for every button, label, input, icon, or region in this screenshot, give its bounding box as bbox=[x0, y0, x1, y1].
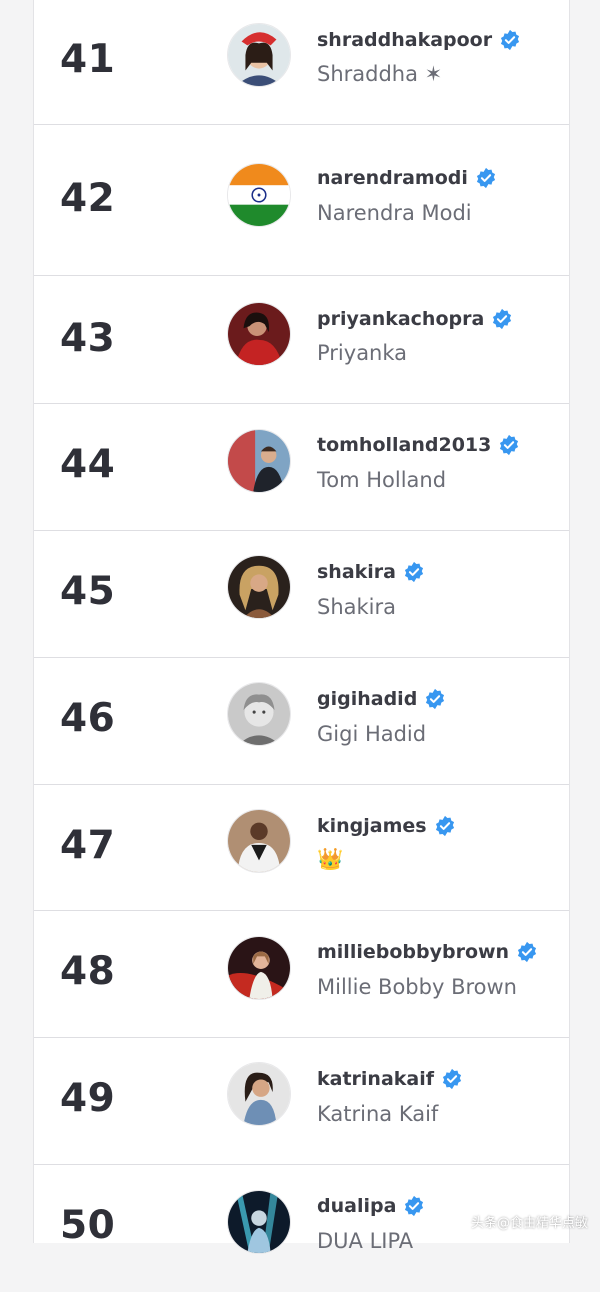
display-name: Millie Bobby Brown bbox=[317, 975, 517, 999]
list-item[interactable]: 42 narendramodi Narendra Modi bbox=[34, 125, 569, 276]
watermark: 头条@食由精华点敏 bbox=[451, 1212, 588, 1231]
display-name: Katrina Kaif bbox=[317, 1102, 439, 1126]
verified-badge-icon bbox=[498, 434, 520, 456]
verified-badge-icon bbox=[441, 1068, 463, 1090]
username[interactable]: tomholland2013 bbox=[317, 434, 491, 456]
list-item[interactable]: 43 priyankachopra Priyanka bbox=[34, 276, 569, 404]
verified-badge-icon bbox=[403, 561, 425, 583]
rank-number: 45 bbox=[60, 569, 116, 614]
avatar[interactable] bbox=[227, 1190, 291, 1254]
avatar[interactable] bbox=[227, 936, 291, 1000]
username[interactable]: shakira bbox=[317, 561, 396, 583]
rank-number: 50 bbox=[60, 1203, 116, 1248]
display-name: Gigi Hadid bbox=[317, 722, 427, 746]
verified-badge-icon bbox=[424, 688, 446, 710]
rank-number: 47 bbox=[60, 823, 116, 868]
rank-number: 46 bbox=[60, 696, 116, 741]
verified-badge-icon bbox=[475, 167, 497, 189]
list-item[interactable]: 44 tomholland2013 Tom Holland bbox=[34, 404, 569, 531]
rank-number: 42 bbox=[60, 176, 116, 221]
verified-badge-icon bbox=[434, 815, 456, 837]
rank-number: 43 bbox=[60, 316, 116, 361]
rank-number: 41 bbox=[60, 37, 116, 82]
username[interactable]: katrinakaif bbox=[317, 1068, 434, 1090]
username[interactable]: priyankachopra bbox=[317, 308, 484, 330]
verified-badge-icon bbox=[516, 941, 538, 963]
watermark-text: 头条@食由精华点敏 bbox=[470, 1216, 588, 1231]
username[interactable]: milliebobbybrown bbox=[317, 941, 509, 963]
username[interactable]: shraddhakapoor bbox=[317, 29, 492, 51]
watermark-logo-icon bbox=[451, 1215, 467, 1229]
display-name: Narendra Modi bbox=[317, 201, 472, 225]
avatar[interactable] bbox=[227, 555, 291, 619]
username[interactable]: kingjames bbox=[317, 815, 427, 837]
list-item[interactable]: 46 gigihadid Gigi Hadid bbox=[34, 658, 569, 785]
rank-number: 48 bbox=[60, 949, 116, 994]
list-item[interactable]: 45 shakira Shakira bbox=[34, 531, 569, 658]
ranking-list: 41 shraddhakapoor Shraddha ✶ 42 narendra… bbox=[33, 0, 570, 1254]
display-name: 👑 bbox=[317, 847, 344, 871]
username[interactable]: gigihadid bbox=[317, 688, 417, 710]
verified-badge-icon bbox=[403, 1195, 425, 1217]
avatar[interactable] bbox=[227, 23, 291, 87]
list-item[interactable]: 47 kingjames 👑 bbox=[34, 785, 569, 911]
verified-badge-icon bbox=[491, 308, 513, 330]
rank-number: 44 bbox=[60, 442, 116, 487]
username[interactable]: narendramodi bbox=[317, 167, 468, 189]
username[interactable]: dualipa bbox=[317, 1195, 396, 1217]
display-name: Shakira bbox=[317, 595, 397, 619]
display-name: Priyanka bbox=[317, 341, 408, 365]
avatar[interactable] bbox=[227, 809, 291, 873]
list-item[interactable]: 48 milliebobbybrown Millie Bobby Brown bbox=[34, 911, 569, 1038]
list-item[interactable]: 41 shraddhakapoor Shraddha ✶ bbox=[34, 0, 569, 125]
avatar[interactable] bbox=[227, 163, 291, 227]
list-item[interactable]: 49 katrinakaif Katrina Kaif bbox=[34, 1038, 569, 1165]
avatar[interactable] bbox=[227, 1062, 291, 1126]
display-name: Tom Holland bbox=[317, 468, 447, 492]
display-name: DUA LIPA bbox=[317, 1229, 414, 1253]
avatar[interactable] bbox=[227, 302, 291, 366]
avatar[interactable] bbox=[227, 682, 291, 746]
avatar[interactable] bbox=[227, 429, 291, 493]
rank-number: 49 bbox=[60, 1076, 116, 1121]
verified-badge-icon bbox=[499, 29, 521, 51]
display-name: Shraddha ✶ bbox=[317, 62, 443, 86]
